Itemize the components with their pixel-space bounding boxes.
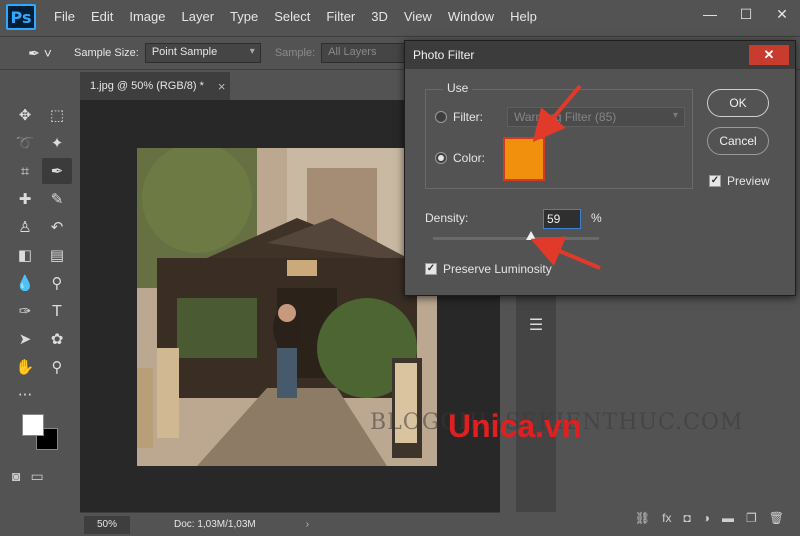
stamp-icon[interactable]: ♙ <box>10 214 40 240</box>
ok-button[interactable]: OK <box>707 89 769 117</box>
preview-checkbox[interactable]: ✓ <box>709 175 721 187</box>
document-tab[interactable]: 1.jpg @ 50% (RGB/8) * × <box>80 72 230 100</box>
doc-size-info: Doc: 1,03M/1,03M <box>174 519 256 530</box>
filter-select-value: Warming Filter (85) <box>514 110 617 124</box>
menu-3d[interactable]: 3D <box>363 0 396 34</box>
sample-size-select[interactable]: Point Sample ▾ <box>144 43 261 63</box>
density-slider[interactable] <box>433 237 599 240</box>
chevron-down-icon: ▾ <box>249 46 255 57</box>
screen-mode-icon[interactable]: ▭ <box>30 468 43 485</box>
photo-filter-dialog: Photo Filter ✕ Use Filter: Warming Filte… <box>404 40 796 296</box>
link-layers-icon[interactable]: ⛓ <box>635 511 650 525</box>
chevron-down-icon: ▾ <box>672 110 678 121</box>
menu-type[interactable]: Type <box>222 0 266 34</box>
dialog-close-button[interactable]: ✕ <box>749 45 789 65</box>
preserve-luminosity-label: Preserve Luminosity <box>443 262 552 276</box>
document-tab-title: 1.jpg @ 50% (RGB/8) * <box>90 80 204 92</box>
filter-label: Filter: <box>453 110 483 124</box>
density-input[interactable] <box>543 209 581 229</box>
quick-mask-icon[interactable]: ◙ <box>12 468 20 485</box>
layers-panel <box>560 296 800 512</box>
eraser-icon[interactable]: ◧ <box>10 242 40 268</box>
sample-select[interactable]: All Layers <box>321 43 408 63</box>
color-swatch[interactable] <box>503 137 545 181</box>
status-bar: 50% Doc: 1,03M/1,03M › <box>80 512 500 536</box>
tool-grid: ✥ ⬚ ➰ ✦ ⌗ ✒ ✚ ✎ ♙ ↶ ◧ ▤ 💧 ⚲ ✑ T ➤ ✿ ✋ ⚲ … <box>10 102 72 408</box>
lasso-icon[interactable]: ➰ <box>10 130 40 156</box>
pen-icon[interactable]: ✑ <box>10 298 40 324</box>
brand-watermark: Unica.vn <box>448 408 582 444</box>
layers-panel-footer: ⛓ fx ◘ ◑ ▬ ❐ 🗑 <box>560 504 800 532</box>
menu-filter[interactable]: Filter <box>318 0 363 34</box>
density-slider-thumb[interactable] <box>525 231 536 240</box>
menu-bar: Ps File Edit Image Layer Type Select Fil… <box>0 0 800 34</box>
blur-icon[interactable]: 💧 <box>10 270 40 296</box>
menu-help[interactable]: Help <box>502 0 545 34</box>
tools-panel: ✥ ⬚ ➰ ✦ ⌗ ✒ ✚ ✎ ♙ ↶ ◧ ▤ 💧 ⚲ ✑ T ➤ ✿ ✋ ⚲ … <box>0 72 80 536</box>
eyedropper-icon[interactable]: ✒ <box>42 158 72 184</box>
zoom-icon[interactable]: ⚲ <box>42 354 72 380</box>
color-label: Color: <box>453 151 486 165</box>
hand-icon[interactable]: ✋ <box>10 354 40 380</box>
cancel-button[interactable]: Cancel <box>707 127 769 155</box>
marquee-icon[interactable]: ⬚ <box>42 102 72 128</box>
fx-icon[interactable]: fx <box>662 511 671 525</box>
use-legend: Use <box>443 81 473 95</box>
filter-select[interactable]: Warming Filter (85) ▾ <box>507 107 685 127</box>
dialog-title-bar: Photo Filter ✕ <box>405 41 795 69</box>
close-window-button[interactable]: ✕ <box>764 0 800 28</box>
dodge-icon[interactable]: ⚲ <box>42 270 72 296</box>
density-label: Density: <box>425 211 469 225</box>
layer-mask-icon[interactable]: ◘ <box>684 511 691 525</box>
more-tools-icon[interactable]: ··· <box>10 382 40 408</box>
path-select-icon[interactable]: ➤ <box>10 326 40 352</box>
panel-dock-strip: ☰ <box>516 296 556 512</box>
close-tab-icon[interactable]: × <box>218 79 226 94</box>
dialog-title: Photo Filter <box>413 48 475 62</box>
sample-label: Sample: <box>274 47 316 59</box>
shape-icon[interactable]: ✿ <box>42 326 72 352</box>
menu-window[interactable]: Window <box>440 0 502 34</box>
toolbar-bottom: ◙ ▭ <box>12 468 44 485</box>
group-folder-icon[interactable]: ▬ <box>722 511 734 525</box>
type-icon[interactable]: T <box>42 298 72 324</box>
magic-wand-icon[interactable]: ✦ <box>42 130 72 156</box>
trash-icon[interactable]: 🗑 <box>769 511 784 525</box>
sample-value: All Layers <box>328 46 377 58</box>
window-controls: — ☐ ✕ <box>692 0 800 28</box>
minimize-button[interactable]: — <box>692 0 728 28</box>
gradient-icon[interactable]: ▤ <box>42 242 72 268</box>
preview-label: Preview <box>727 174 770 188</box>
crop-icon[interactable]: ⌗ <box>10 158 40 184</box>
history-brush-icon[interactable]: ↶ <box>42 214 72 240</box>
color-radio[interactable] <box>435 152 447 164</box>
move-icon[interactable]: ✥ <box>10 102 40 128</box>
menu-image[interactable]: Image <box>121 0 173 34</box>
density-unit: % <box>591 211 602 225</box>
new-layer-icon[interactable]: ❐ <box>746 511 757 525</box>
preserve-luminosity-checkbox[interactable]: ✓ <box>425 263 437 275</box>
sample-size-label: Sample Size: <box>74 47 139 59</box>
healing-icon[interactable]: ✚ <box>10 186 40 212</box>
menu-file[interactable]: File <box>46 0 83 34</box>
photoshop-logo: Ps <box>6 4 36 30</box>
sample-size-value: Point Sample <box>151 46 218 58</box>
brush-icon[interactable]: ✎ <box>42 186 72 212</box>
adjustment-layer-icon[interactable]: ◑ <box>703 511 710 525</box>
use-group <box>425 89 693 189</box>
menu-layer[interactable]: Layer <box>174 0 223 34</box>
menu-view[interactable]: View <box>396 0 440 34</box>
eyedropper-preset-icon[interactable]: ✒ ˅ <box>20 40 60 66</box>
properties-adjust-icon[interactable]: ☰ <box>516 310 556 340</box>
foreground-color-swatch[interactable] <box>22 414 44 436</box>
menu-select[interactable]: Select <box>266 0 318 34</box>
filter-radio[interactable] <box>435 111 447 123</box>
status-menu-arrow[interactable]: › <box>306 519 309 530</box>
zoom-level[interactable]: 50% <box>84 515 130 534</box>
menu-edit[interactable]: Edit <box>83 0 121 34</box>
maximize-button[interactable]: ☐ <box>728 0 764 28</box>
